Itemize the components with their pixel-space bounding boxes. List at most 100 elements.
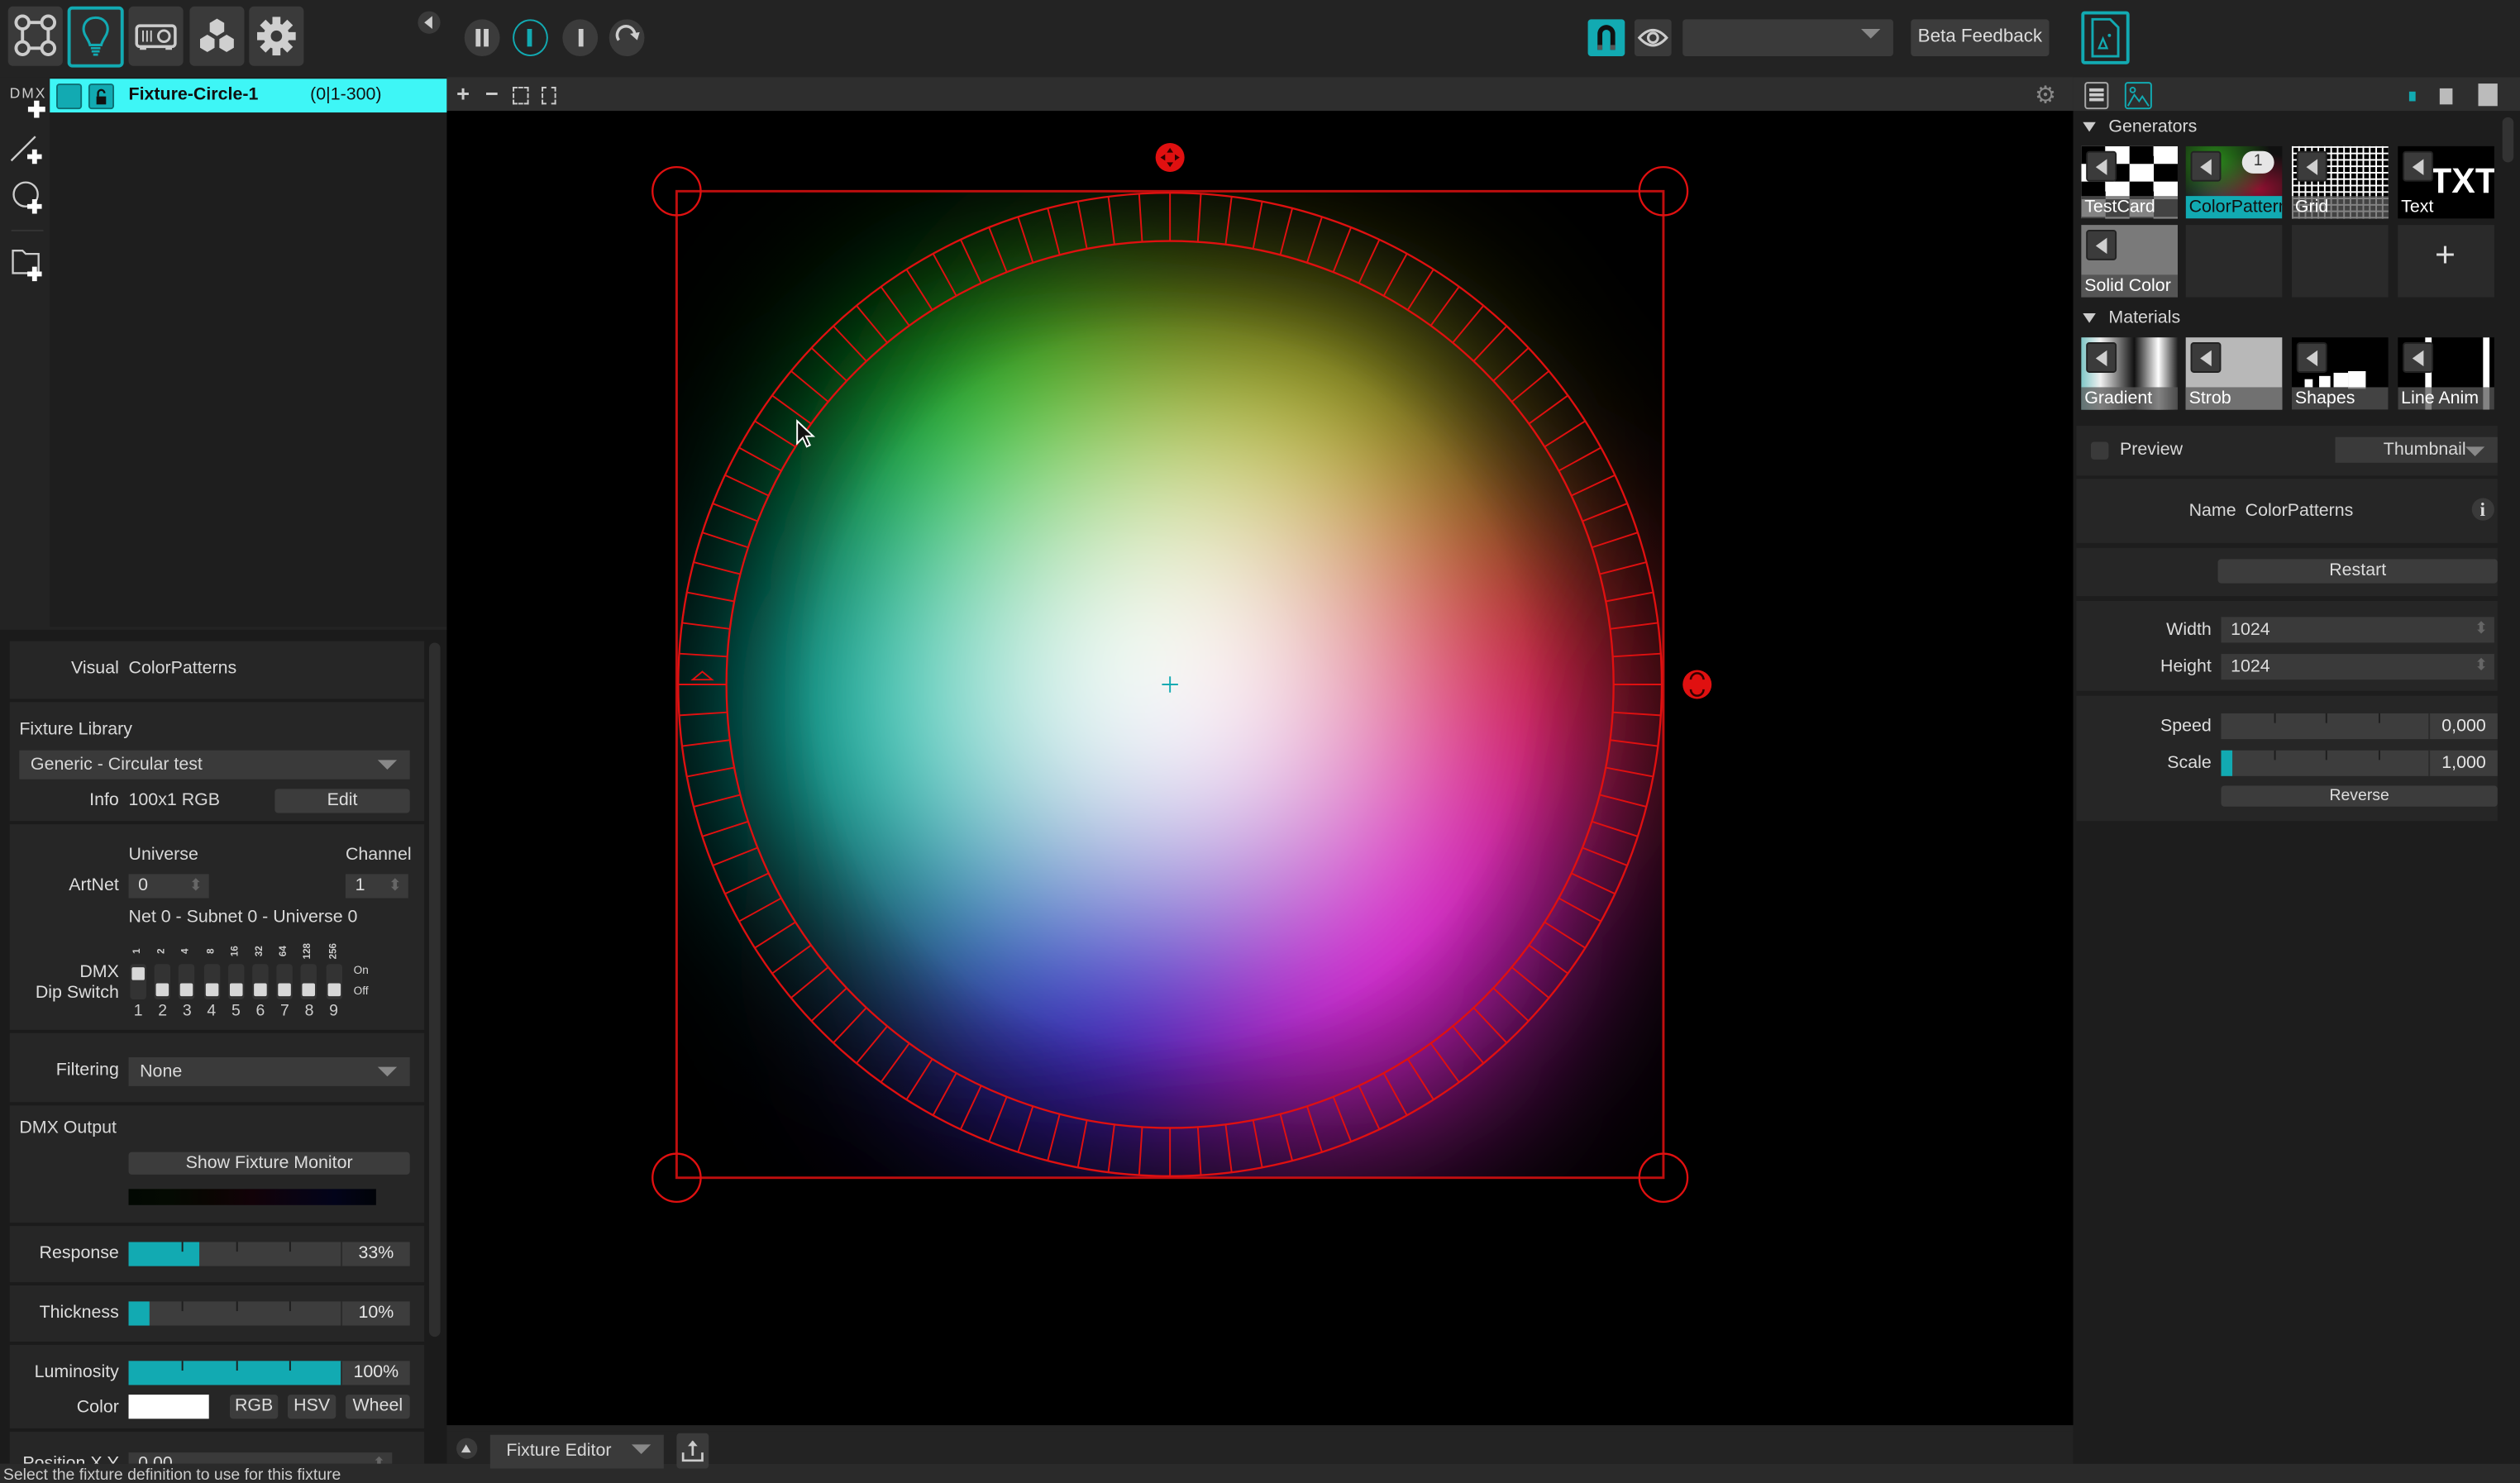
slider-tick [2325, 713, 2327, 723]
send-to-fixture-icon[interactable] [2190, 342, 2222, 373]
inspector-scrollbar[interactable] [429, 642, 441, 1338]
mode-fixture-button[interactable] [67, 6, 124, 68]
thickness-slider[interactable]: 10% [128, 1301, 410, 1326]
canvas-viewport[interactable] [446, 111, 2074, 1426]
reverse-button[interactable]: Reverse [2221, 785, 2498, 807]
thumb-size-medium[interactable] [2439, 88, 2453, 105]
preview-checkbox[interactable] [2091, 441, 2109, 460]
beta-feedback-button[interactable]: Beta Feedback [1911, 19, 2050, 57]
generator-tile-testcard[interactable]: TestCard [2081, 145, 2178, 219]
position-x-input[interactable]: 0,00 [128, 1452, 393, 1464]
dip-switch-number: 9 [329, 1002, 338, 1021]
add-circle-fixture-button[interactable] [7, 177, 49, 219]
move-handle[interactable] [1155, 142, 1185, 172]
mode-projector-button[interactable] [128, 6, 184, 66]
dip-switch[interactable] [276, 964, 294, 999]
mode-surface-button[interactable] [7, 6, 63, 66]
add-folder-button[interactable] [7, 241, 49, 284]
restart-button[interactable] [609, 19, 645, 57]
rgb-mode-button[interactable]: RGB [229, 1395, 279, 1419]
dip-switch[interactable] [301, 964, 317, 999]
generators-header[interactable]: Generators [2079, 116, 2401, 138]
add-generator-button[interactable]: + [2398, 225, 2494, 298]
add-line-fixture-button[interactable] [7, 128, 49, 167]
dip-switch[interactable] [154, 964, 171, 999]
add-dmx-fixture-button[interactable]: DMX ✚ [7, 83, 49, 122]
thumbnail-view-button[interactable] [2124, 82, 2152, 110]
canvas-settings-button[interactable]: ⚙ [2035, 80, 2056, 109]
collapse-panel-button[interactable] [418, 11, 441, 34]
send-to-fixture-icon[interactable] [2086, 150, 2117, 182]
fit-view-button[interactable] [513, 86, 529, 105]
generator-tile-solid-color[interactable]: Solid Color [2081, 225, 2178, 298]
fixture-canvas[interactable] [446, 111, 2073, 1425]
fixture-list-item[interactable]: Fixture-Circle-1 (0|1-300) [50, 79, 447, 113]
thumb-size-large[interactable] [2478, 83, 2498, 107]
zoom-in-button[interactable]: + [456, 80, 470, 106]
media-document-button[interactable] [2081, 11, 2130, 64]
stop-button[interactable] [562, 19, 599, 57]
material-tile-gradient[interactable]: Gradient [2081, 337, 2178, 410]
dip-switch[interactable] [203, 964, 220, 999]
wheel-mode-button[interactable]: Wheel [345, 1395, 410, 1419]
visibility-toggle[interactable] [1634, 19, 1672, 57]
send-to-fixture-icon[interactable] [2403, 150, 2434, 182]
generator-tile-grid[interactable]: Grid [2292, 145, 2389, 219]
frame-view-button[interactable] [542, 86, 556, 105]
thumbnail-select[interactable]: Thumbnail [2335, 436, 2498, 463]
snap-toggle[interactable] [1587, 19, 1625, 57]
edit-fixture-button[interactable]: Edit [274, 789, 410, 813]
export-button[interactable] [676, 1433, 709, 1469]
dip-switch[interactable] [252, 964, 269, 999]
add-circle-fixture-icon [12, 181, 42, 214]
generator-tile-colorpattern[interactable]: 1 ColorPattern [2185, 145, 2283, 219]
send-to-fixture-icon[interactable] [2190, 150, 2222, 182]
thumb-size-small[interactable] [2408, 91, 2416, 102]
unlock-icon [96, 88, 107, 105]
material-tile-shapes[interactable]: Shapes [2292, 337, 2389, 410]
generator-tile-text[interactable]: TXT Text [2398, 145, 2494, 219]
media-panel-scrollbar[interactable] [2502, 117, 2514, 163]
dip-switch[interactable] [325, 964, 342, 999]
width-input[interactable]: 1024 [2221, 617, 2494, 643]
play-button[interactable] [513, 19, 548, 57]
send-to-fixture-icon[interactable] [2296, 342, 2327, 373]
fixture-lock-toggle[interactable] [88, 83, 115, 110]
filtering-select[interactable]: None [128, 1056, 410, 1086]
send-to-fixture-icon[interactable] [2086, 342, 2117, 373]
dip-switch[interactable] [179, 964, 195, 999]
pause-button[interactable] [464, 19, 500, 57]
scale-slider[interactable]: 1,000 [2221, 750, 2498, 776]
rotate-handle[interactable] [1682, 670, 1712, 699]
dip-switch[interactable] [227, 964, 245, 999]
preset-select[interactable] [1682, 19, 1893, 57]
send-to-fixture-icon[interactable] [2296, 150, 2327, 182]
restart-button[interactable]: Restart [2217, 559, 2498, 584]
mode-settings-button[interactable] [249, 6, 304, 66]
response-slider[interactable]: 33% [128, 1242, 410, 1266]
fixture-visibility-toggle[interactable] [56, 83, 83, 110]
universe-input[interactable]: 0 [128, 874, 209, 899]
channel-input[interactable]: 1 [345, 874, 408, 899]
materials-header[interactable]: Materials [2079, 307, 2401, 329]
luminosity-slider[interactable]: 100% [128, 1361, 410, 1385]
color-swatch[interactable] [128, 1395, 209, 1419]
expand-bottom-button[interactable] [456, 1438, 478, 1459]
fixture-library-select[interactable]: Generic - Circular test [19, 750, 410, 780]
view-mode-select[interactable]: Fixture Editor [489, 1434, 664, 1469]
info-button[interactable]: i [2471, 498, 2494, 521]
height-input[interactable]: 1024 [2221, 654, 2494, 680]
zoom-out-button[interactable]: − [485, 80, 499, 106]
show-fixture-monitor-button[interactable]: Show Fixture Monitor [128, 1152, 410, 1175]
material-tile-strob[interactable]: Strob [2185, 337, 2283, 410]
send-to-fixture-icon[interactable] [2086, 229, 2117, 260]
material-tile-line-anim[interactable]: Line Anim [2398, 337, 2494, 410]
speed-slider[interactable]: 0,000 [2221, 713, 2498, 740]
dip-switch[interactable] [130, 964, 146, 999]
mode-scene-button[interactable] [189, 6, 245, 66]
dmx-output-preview [128, 1189, 376, 1205]
send-to-fixture-icon[interactable] [2403, 342, 2434, 373]
hsv-mode-button[interactable]: HSV [287, 1395, 336, 1419]
list-view-button[interactable] [2084, 82, 2109, 110]
image-icon [2126, 86, 2150, 107]
